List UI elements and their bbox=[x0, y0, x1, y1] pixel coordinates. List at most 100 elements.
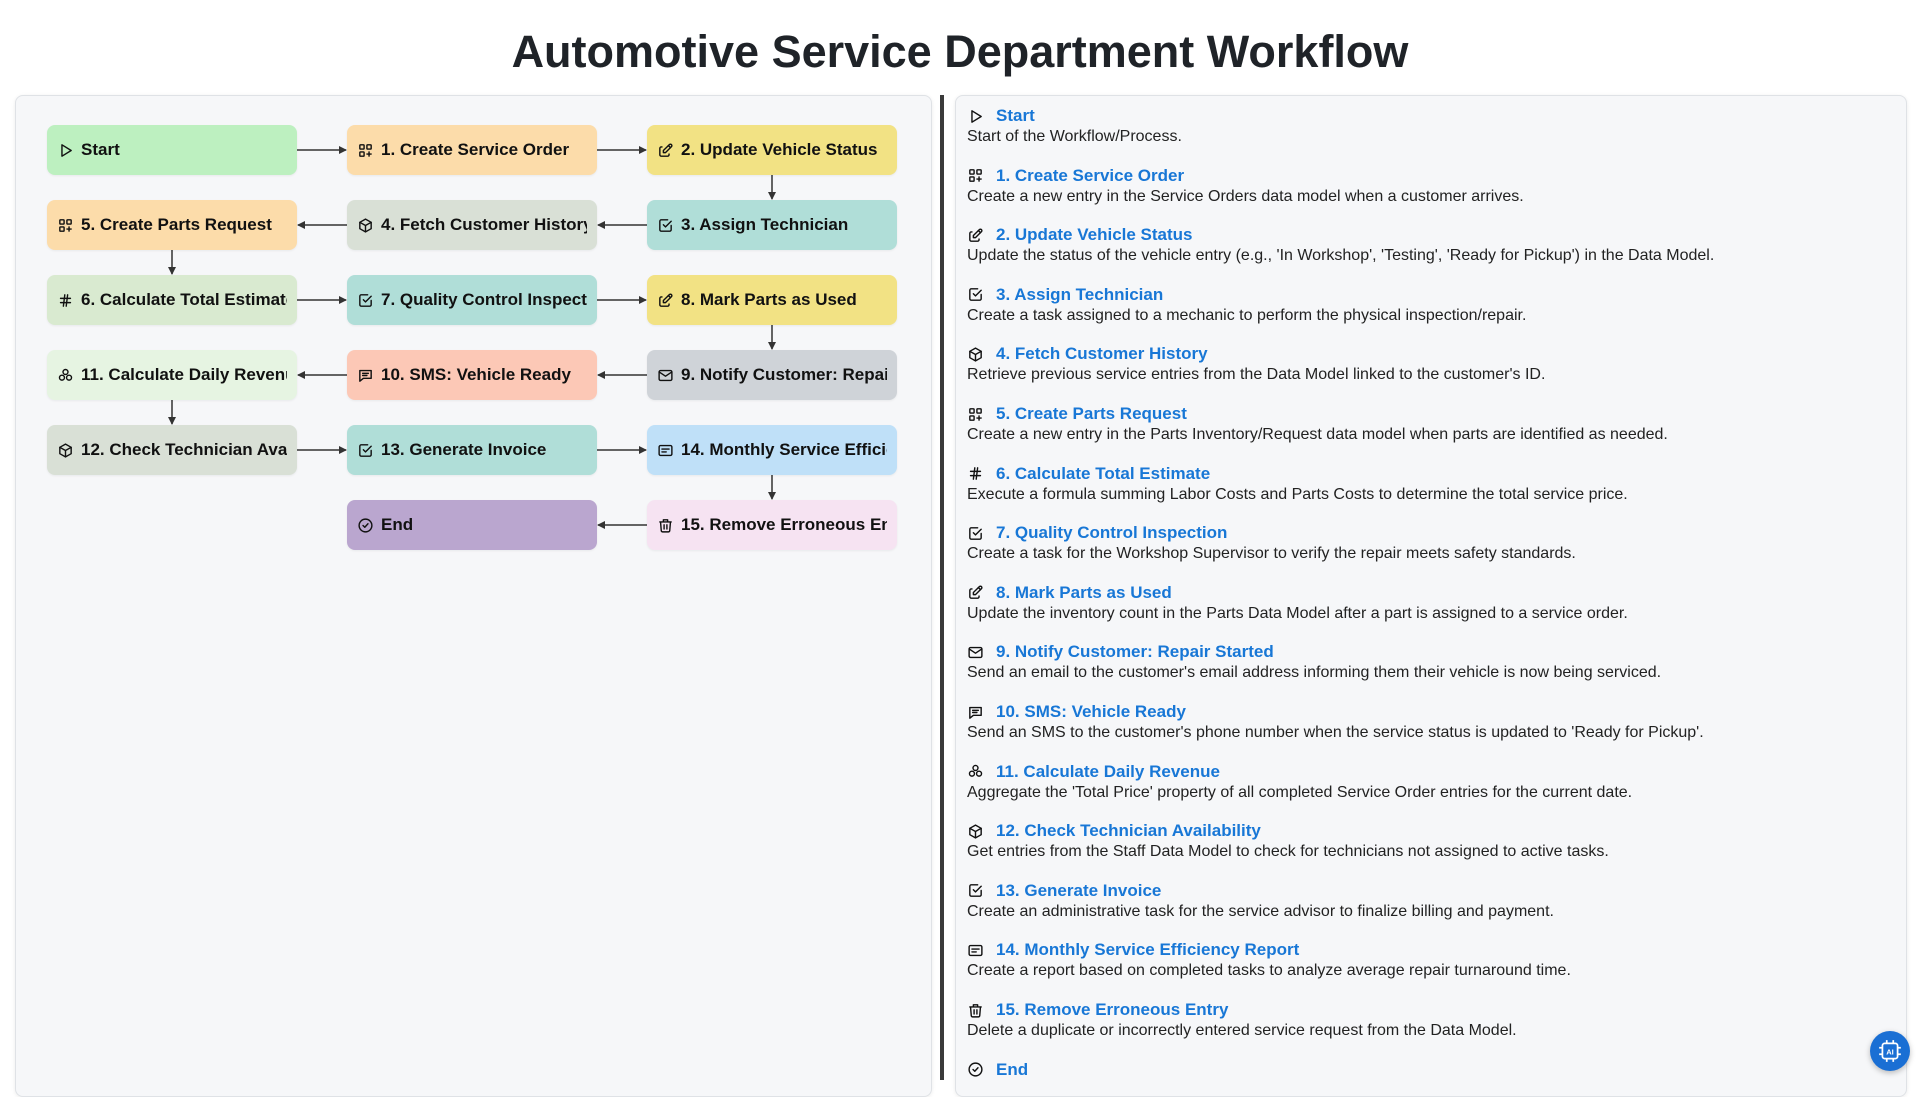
step-item: 11. Calculate Daily Revenue Aggregate the… bbox=[967, 761, 1887, 803]
mail-icon bbox=[967, 644, 984, 661]
step-item: 9. Notify Customer: Repair Started Send a… bbox=[967, 641, 1887, 683]
step-title[interactable]: 13. Generate Invoice bbox=[996, 881, 1161, 901]
step-description: Execute a formula summing Labor Costs an… bbox=[967, 485, 1628, 503]
grid-plus-icon bbox=[967, 406, 984, 423]
trash-icon bbox=[967, 1002, 984, 1019]
message-icon bbox=[967, 704, 984, 721]
cube-icon bbox=[967, 823, 984, 840]
step-description: Create a new entry in the Service Orders… bbox=[967, 187, 1524, 205]
message-icon bbox=[357, 367, 374, 384]
step-title[interactable]: 6. Calculate Total Estimate bbox=[996, 464, 1210, 484]
step-title[interactable]: 1. Create Service Order bbox=[996, 166, 1184, 186]
step-description: Update the inventory count in the Parts … bbox=[967, 604, 1628, 622]
step-header: 13. Generate Invoice bbox=[967, 880, 1887, 902]
step-description: Aggregate the 'Total Price' property of … bbox=[967, 783, 1633, 801]
checkbox-icon bbox=[357, 442, 374, 459]
check-circle-icon bbox=[357, 517, 374, 534]
step-header: 6. Calculate Total Estimate bbox=[967, 463, 1887, 485]
node-label: 15. Remove Erroneous Entry bbox=[681, 515, 887, 534]
node-n11[interactable]: 11. Calculate Daily Revenue bbox=[47, 350, 297, 400]
step-title[interactable]: 7. Quality Control Inspection bbox=[996, 523, 1227, 543]
report-icon bbox=[967, 942, 984, 959]
grid-plus-icon bbox=[967, 167, 984, 184]
step-header: 4. Fetch Customer History bbox=[967, 343, 1887, 365]
step-header: 14. Monthly Service Efficiency Report bbox=[967, 939, 1887, 961]
node-n6[interactable]: 6. Calculate Total Estimate bbox=[47, 275, 297, 325]
cube-icon bbox=[357, 217, 374, 234]
node-n12[interactable]: 12. Check Technician Availability bbox=[47, 425, 297, 475]
step-title[interactable]: 10. SMS: Vehicle Ready bbox=[996, 702, 1186, 722]
cube-icon bbox=[967, 346, 984, 363]
node-label: 3. Assign Technician bbox=[681, 215, 849, 234]
node-n8[interactable]: 8. Mark Parts as Used bbox=[647, 275, 897, 325]
checkbox-icon bbox=[967, 525, 984, 542]
node-n2[interactable]: 2. Update Vehicle Status bbox=[647, 125, 897, 175]
step-title[interactable]: 2. Update Vehicle Status bbox=[996, 225, 1193, 245]
hash-icon bbox=[967, 465, 984, 482]
trash-icon bbox=[657, 517, 674, 534]
checkbox-icon bbox=[357, 292, 374, 309]
node-n4[interactable]: 4. Fetch Customer History bbox=[347, 200, 597, 250]
node-label: 5. Create Parts Request bbox=[81, 215, 272, 234]
step-description: Start of the Workflow/Process. bbox=[967, 128, 1182, 145]
node-label: 13. Generate Invoice bbox=[381, 440, 547, 459]
step-item: 7. Quality Control Inspection Create a ta… bbox=[967, 522, 1887, 564]
step-description: Update the status of the vehicle entry (… bbox=[967, 247, 1715, 265]
node-start[interactable]: Start bbox=[47, 125, 297, 175]
step-title[interactable]: 3. Assign Technician bbox=[996, 285, 1163, 305]
step-item: 5. Create Parts Request Create a new entr… bbox=[967, 403, 1887, 445]
node-label: 4. Fetch Customer History bbox=[381, 215, 587, 234]
step-item: 13. Generate Invoice Create an administra… bbox=[967, 880, 1887, 922]
node-label: 6. Calculate Total Estimate bbox=[81, 290, 287, 309]
checkbox-icon bbox=[657, 217, 674, 234]
node-end[interactable]: End bbox=[347, 500, 597, 550]
node-n13[interactable]: 13. Generate Invoice bbox=[347, 425, 597, 475]
step-item: 12. Check Technician Availability Get ent… bbox=[967, 820, 1887, 862]
edit-icon bbox=[967, 227, 984, 244]
step-header: End bbox=[967, 1059, 1887, 1081]
node-label: 8. Mark Parts as Used bbox=[681, 290, 857, 309]
node-n9[interactable]: 9. Notify Customer: Repair Started bbox=[647, 350, 897, 400]
step-item: 4. Fetch Customer History Retrieve previo… bbox=[967, 343, 1887, 385]
edit-icon bbox=[967, 584, 984, 601]
grid-plus-icon bbox=[57, 217, 74, 234]
step-title[interactable]: 4. Fetch Customer History bbox=[996, 344, 1208, 364]
step-header: 7. Quality Control Inspection bbox=[967, 522, 1887, 544]
panel-divider[interactable] bbox=[940, 95, 944, 1080]
step-description: Create an administrative task for the se… bbox=[967, 902, 1554, 920]
step-title[interactable]: 15. Remove Erroneous Entry bbox=[996, 1000, 1228, 1020]
step-title[interactable]: 11. Calculate Daily Revenue bbox=[996, 762, 1220, 782]
step-title[interactable]: 12. Check Technician Availability bbox=[996, 821, 1261, 841]
ai-assistant-button[interactable]: AI bbox=[1870, 1031, 1910, 1071]
node-n15[interactable]: 15. Remove Erroneous Entry bbox=[647, 500, 897, 550]
step-item: 15. Remove Erroneous Entry Delete a dupli… bbox=[967, 999, 1887, 1041]
edit-icon bbox=[657, 142, 674, 159]
node-label: 7. Quality Control Inspection bbox=[381, 290, 587, 309]
node-n5[interactable]: 5. Create Parts Request bbox=[47, 200, 297, 250]
checkbox-icon bbox=[967, 286, 984, 303]
node-n10[interactable]: 10. SMS: Vehicle Ready bbox=[347, 350, 597, 400]
step-item: 10. SMS: Vehicle Ready Send an SMS to the… bbox=[967, 701, 1887, 743]
node-n7[interactable]: 7. Quality Control Inspection bbox=[347, 275, 597, 325]
step-title[interactable]: End bbox=[996, 1060, 1028, 1080]
node-label: Start bbox=[81, 140, 120, 159]
step-description: Send an SMS to the customer's phone numb… bbox=[967, 724, 1704, 741]
step-title[interactable]: 9. Notify Customer: Repair Started bbox=[996, 642, 1274, 662]
step-description: Delete a duplicate or incorrectly entere… bbox=[967, 1022, 1517, 1039]
step-title[interactable]: 14. Monthly Service Efficiency Report bbox=[996, 940, 1299, 960]
step-header: 1. Create Service Order bbox=[967, 165, 1887, 187]
node-n3[interactable]: 3. Assign Technician bbox=[647, 200, 897, 250]
step-description: Send an email to the customer's email ad… bbox=[967, 664, 1662, 682]
node-n1[interactable]: 1. Create Service Order bbox=[347, 125, 597, 175]
hash-icon bbox=[57, 292, 74, 309]
step-title[interactable]: 5. Create Parts Request bbox=[996, 404, 1187, 424]
step-header: 9. Notify Customer: Repair Started bbox=[967, 641, 1887, 663]
node-n14[interactable]: 14. Monthly Service Efficiency Report bbox=[647, 425, 897, 475]
step-header: 2. Update Vehicle Status bbox=[967, 224, 1887, 246]
step-title[interactable]: 8. Mark Parts as Used bbox=[996, 583, 1172, 603]
svg-text:AI: AI bbox=[1886, 1047, 1894, 1056]
node-label: End bbox=[381, 515, 414, 534]
report-icon bbox=[657, 442, 674, 459]
step-item: 3. Assign Technician Create a task assign… bbox=[967, 284, 1887, 326]
step-title[interactable]: Start bbox=[996, 106, 1035, 126]
